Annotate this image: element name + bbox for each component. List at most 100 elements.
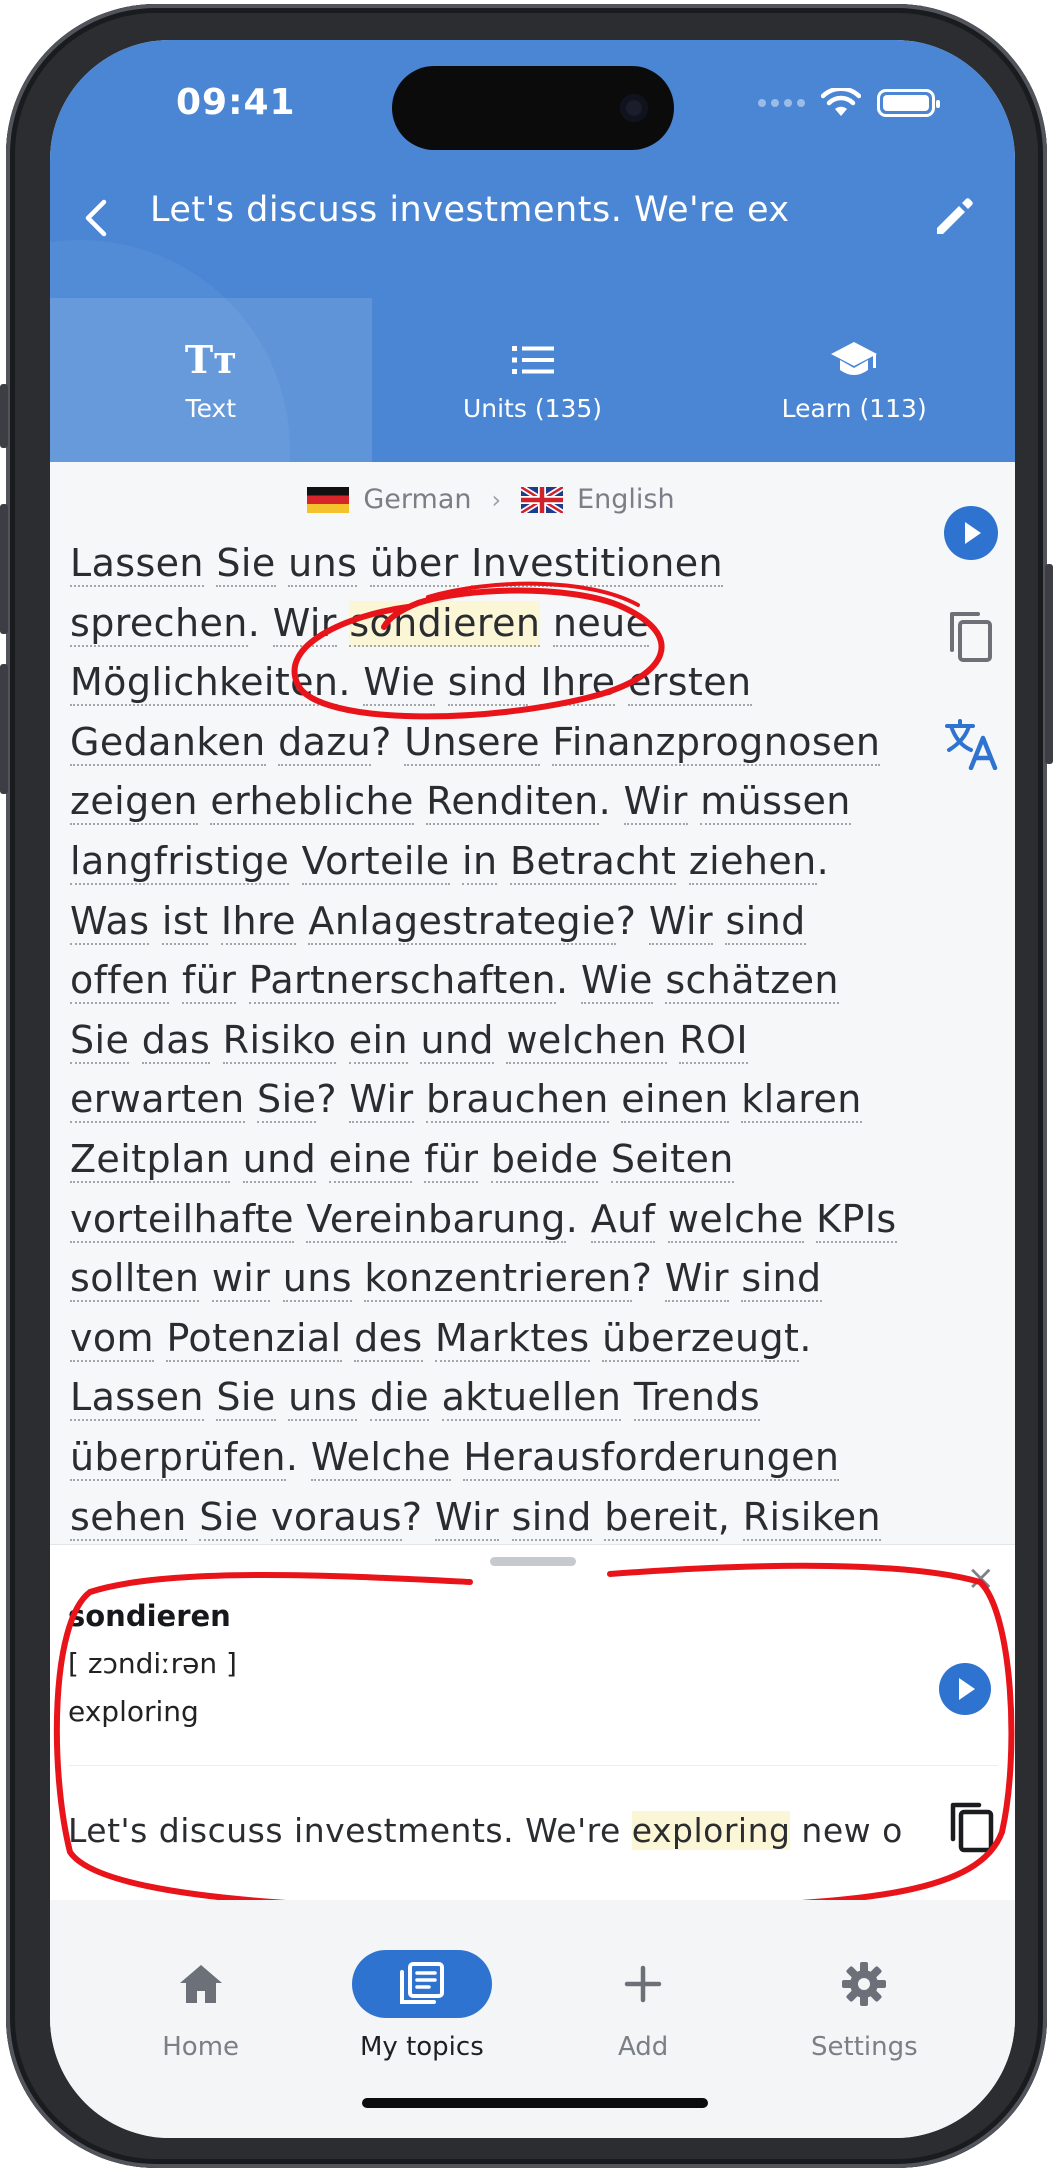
word-token[interactable]: vorteilhafte — [70, 1196, 294, 1243]
word-token[interactable]: Marktes — [435, 1315, 590, 1362]
word-token[interactable]: klaren — [741, 1077, 862, 1124]
word-token[interactable]: Betracht — [509, 838, 677, 885]
word-token[interactable]: Auf — [590, 1196, 656, 1243]
word-token[interactable]: Wir — [648, 898, 713, 945]
nav-my-topics-label: My topics — [359, 2032, 484, 2062]
word-token[interactable]: und — [242, 1136, 317, 1183]
word-token[interactable]: welche — [667, 1196, 804, 1243]
word-token[interactable]: uns — [282, 1256, 352, 1303]
word-token[interactable]: für — [424, 1136, 479, 1183]
language-pair[interactable]: German › English — [50, 484, 932, 515]
nav-home[interactable]: Home — [90, 1900, 311, 2138]
text-line: erwarten Sie? Wir brauchen einen klaren — [70, 1077, 862, 1124]
word-token[interactable]: Zeitplan — [70, 1136, 231, 1183]
word-token[interactable]: langfristige — [70, 838, 290, 885]
word-token[interactable]: Risiko — [222, 1017, 337, 1064]
word-token[interactable]: sollten — [70, 1256, 200, 1303]
tab-learn[interactable]: Learn (113) — [693, 298, 1015, 462]
app-header: 09:41 Let's discuss investments. We're e… — [50, 40, 1015, 462]
word-token[interactable]: erhebliche — [210, 779, 414, 826]
tab-text-label: Text — [185, 393, 237, 423]
chevron-right-icon: › — [491, 485, 502, 514]
word-token[interactable]: einen — [621, 1077, 729, 1124]
copy-text-button[interactable] — [926, 610, 1015, 664]
word-token[interactable]: Risiken — [742, 1494, 881, 1541]
word-token[interactable]: Trends — [633, 1375, 761, 1422]
word-token[interactable]: Lassen — [70, 1375, 204, 1422]
word-token[interactable]: in — [462, 838, 498, 885]
word-token[interactable]: das — [141, 1017, 211, 1064]
word-token[interactable]: Sie — [216, 541, 276, 587]
word-token[interactable]: Sie — [257, 1077, 317, 1124]
word-token[interactable]: Ihre — [220, 898, 296, 945]
word-token[interactable]: Renditen — [426, 779, 599, 826]
word-token[interactable]: offen — [70, 958, 170, 1005]
word-token[interactable]: müssen — [700, 779, 851, 826]
word-token[interactable]: konzentrieren — [364, 1256, 632, 1303]
word-token[interactable]: Herausforderungen — [463, 1434, 840, 1481]
translate-button[interactable] — [926, 718, 1015, 770]
word-token[interactable]: Potenzial — [166, 1315, 342, 1362]
word-token[interactable]: ist — [161, 898, 209, 945]
word-token[interactable]: des — [354, 1315, 423, 1362]
word-token[interactable]: wir — [211, 1256, 271, 1303]
word-token[interactable]: sind — [511, 1494, 592, 1541]
word-token[interactable]: die — [369, 1375, 430, 1422]
word-token[interactable]: dazu — [278, 719, 372, 766]
word-token[interactable]: ziehen — [688, 838, 817, 885]
word-token[interactable]: sind — [741, 1256, 822, 1303]
word-token[interactable]: zeigen — [70, 779, 198, 826]
word-token[interactable]: schätzen — [665, 958, 839, 1005]
word-token[interactable]: bereit — [604, 1494, 718, 1541]
word-token[interactable]: uns — [288, 1375, 358, 1422]
word-token[interactable]: Wir — [623, 779, 688, 826]
text-line: Was ist Ihre Anlagestrategie? Wir sind — [70, 898, 806, 945]
word-token[interactable]: Gedanken — [70, 719, 266, 766]
word-token[interactable]: Unsere — [404, 719, 540, 766]
word-token[interactable]: Wie — [580, 958, 653, 1005]
word-token[interactable]: und — [420, 1017, 494, 1064]
text-line: Zeitplan und eine für beide Seiten — [70, 1130, 930, 1190]
word-token[interactable]: sind — [725, 898, 806, 945]
word-token[interactable]: Anlagestrategie — [308, 898, 616, 945]
word-token[interactable]: eine — [328, 1136, 412, 1183]
word-token[interactable]: Wir — [349, 1077, 414, 1124]
play-audio-button[interactable] — [926, 504, 1015, 562]
word-token[interactable]: beide — [490, 1136, 599, 1183]
word-token[interactable]: Sie — [199, 1494, 259, 1541]
word-token[interactable]: Lassen — [70, 541, 204, 587]
word-token[interactable]: Sie — [70, 1017, 130, 1064]
word-token[interactable]: erwarten — [70, 1077, 245, 1124]
word-token[interactable]: Wir — [664, 1256, 729, 1303]
word-token[interactable]: Was — [70, 898, 150, 945]
volume-up-button — [0, 504, 8, 634]
word-token[interactable]: überprüfen — [70, 1434, 286, 1481]
word-token[interactable]: ROI — [679, 1017, 748, 1064]
word-token[interactable]: vom — [70, 1315, 154, 1362]
word-token[interactable]: voraus — [270, 1494, 402, 1541]
word-token[interactable]: sehen — [70, 1494, 187, 1541]
word-token[interactable]: Partnerschaften — [248, 958, 556, 1005]
word-token[interactable]: Seiten — [610, 1136, 734, 1183]
nav-settings-label: Settings — [811, 2032, 918, 2062]
word-token[interactable]: für — [181, 958, 237, 1005]
word-token[interactable]: Welche — [310, 1434, 451, 1481]
word-token[interactable]: Vereinbarung — [306, 1196, 566, 1243]
word-token[interactable]: brauchen — [425, 1077, 609, 1124]
topics-icon — [351, 1950, 492, 2018]
tab-text[interactable]: Tт Text — [50, 298, 372, 462]
back-arrow-icon[interactable] — [78, 198, 118, 238]
word-token[interactable]: Finanzprognosen — [552, 719, 881, 766]
word-token[interactable]: überzeugt — [602, 1315, 800, 1362]
nav-settings[interactable]: Settings — [754, 1900, 975, 2138]
word-token[interactable]: KPIs — [816, 1196, 897, 1243]
word-token[interactable]: aktuellen — [441, 1375, 622, 1422]
word-token[interactable]: Sie — [216, 1375, 276, 1422]
tab-units[interactable]: Units (135) — [372, 298, 694, 462]
word-token[interactable]: Wir — [434, 1494, 500, 1541]
pencil-icon[interactable] — [931, 192, 979, 240]
word-token[interactable]: sprechen — [70, 600, 248, 647]
word-token[interactable]: Vorteile — [301, 838, 450, 885]
word-token[interactable]: ein — [348, 1017, 408, 1064]
word-token[interactable]: welchen — [506, 1017, 667, 1064]
